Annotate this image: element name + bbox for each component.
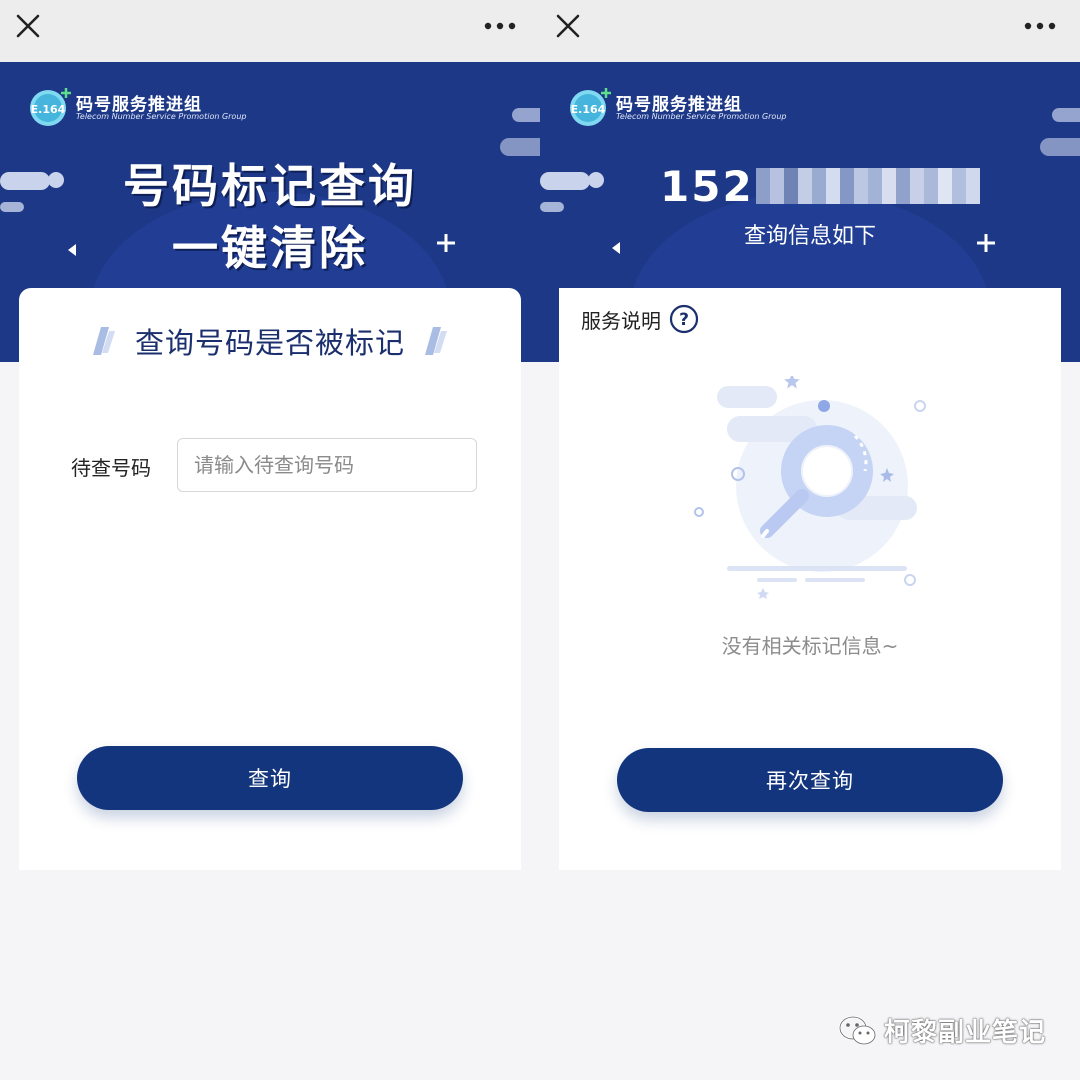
query-card: 查询号码是否被标记 待查号码 查询 [19, 288, 521, 870]
service-info-label: 服务说明 [581, 308, 661, 333]
help-question-icon[interactable]: ? [669, 304, 699, 334]
slash-decoration-icon [425, 327, 447, 355]
empty-search-illustration [694, 376, 926, 599]
svg-text:E.164: E.164 [571, 103, 606, 116]
wechat-icon [838, 1015, 876, 1044]
close-icon[interactable] [12, 10, 44, 42]
org-name-en: Telecom Number Service Promotion Group [616, 112, 787, 121]
service-info-row: 服务说明 ? [581, 304, 699, 334]
more-dots-icon[interactable] [482, 12, 518, 40]
phone-number-input[interactable] [177, 438, 477, 492]
slash-decoration-icon [92, 327, 115, 355]
card-header: 查询号码是否被标记 [19, 320, 521, 362]
watermark-text: 柯黎副业笔记 [884, 1018, 1047, 1048]
queried-number: 152 [660, 161, 980, 211]
watermark: 柯黎副业笔记 [838, 1012, 1046, 1049]
result-card: 服务说明 ? 没有相关标记信息~ 再次查询 [559, 288, 1061, 870]
e164-logo-icon: E.164 [26, 84, 76, 130]
svg-text:?: ? [679, 310, 689, 330]
svg-text:E.164: E.164 [31, 103, 66, 116]
query-screen: E.164 码号服务推进组 Telecom Number Service Pro… [0, 0, 540, 1080]
query-button[interactable]: 查询 [77, 746, 463, 810]
queried-number-prefix: 152 [660, 161, 754, 211]
top-bar [0, 0, 540, 62]
phone-field-label: 待查号码 [71, 456, 151, 480]
empty-result-message: 没有相关标记信息~ [721, 634, 899, 658]
banner-title-line2: 一键清除 [172, 221, 368, 275]
result-screen: E.164 码号服务推进组 Telecom Number Service Pro… [540, 0, 1080, 1080]
banner-title-line1: 号码标记查询 [123, 159, 417, 213]
number-mosaic-mask [755, 168, 980, 204]
top-bar [540, 0, 1080, 62]
more-dots-icon[interactable] [1022, 12, 1058, 40]
close-icon[interactable] [552, 10, 584, 42]
e164-logo-icon: E.164 [566, 84, 616, 130]
org-name-en: Telecom Number Service Promotion Group [76, 112, 247, 121]
card-title: 查询号码是否被标记 [134, 326, 405, 360]
query-again-button[interactable]: 再次查询 [617, 748, 1003, 812]
result-caption: 查询信息如下 [743, 224, 876, 249]
